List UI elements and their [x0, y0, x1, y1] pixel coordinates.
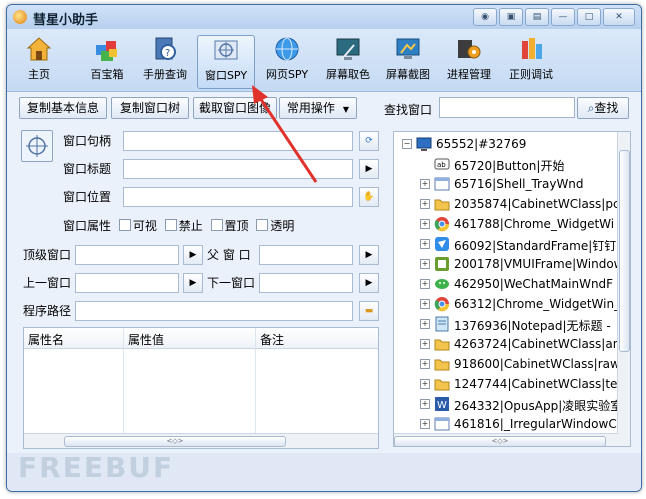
red-annotation-arrow	[252, 85, 318, 183]
